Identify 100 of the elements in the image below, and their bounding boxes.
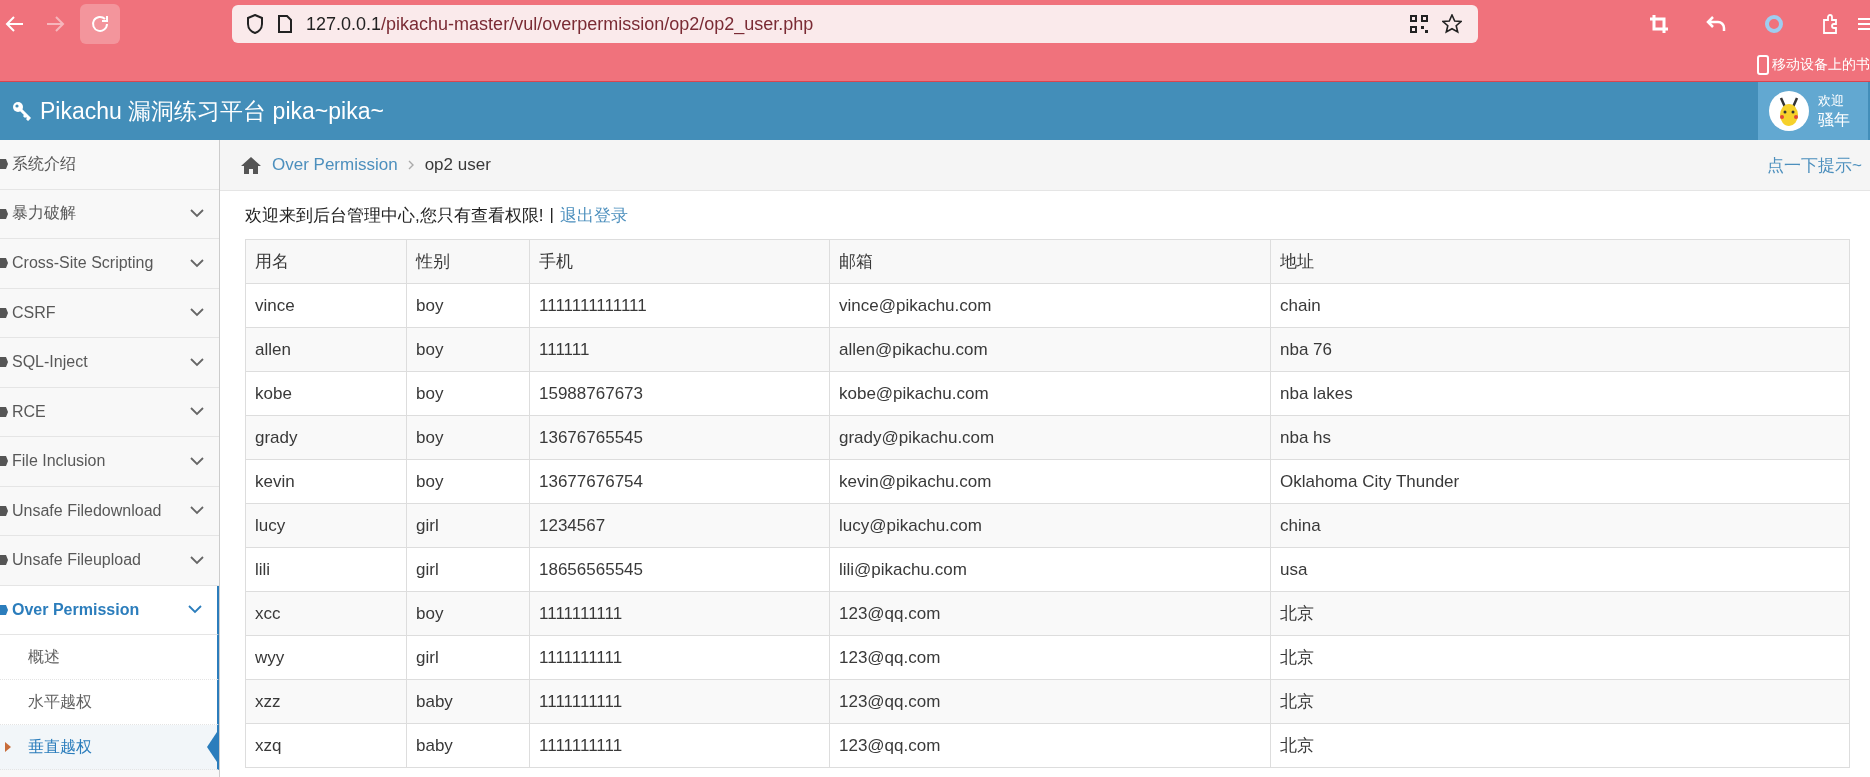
table-cell: xzz <box>245 679 407 724</box>
menu-item-icon <box>0 404 8 419</box>
shield-icon <box>246 14 264 34</box>
undo-icon[interactable] <box>1706 15 1726 33</box>
page-icon <box>278 15 292 33</box>
table-cell: boy <box>406 283 530 328</box>
sidebar-item[interactable]: Unsafe Fileupload <box>0 536 219 586</box>
table-cell: 1111111111 <box>529 591 830 636</box>
chevron-down-icon <box>190 308 204 318</box>
table-cell: 123@qq.com <box>829 723 1271 768</box>
menu-item-icon <box>0 454 8 469</box>
submenu-item[interactable]: 水平越权 <box>0 680 219 725</box>
table-cell: boy <box>406 327 530 372</box>
chevron-down-icon <box>190 209 204 219</box>
table-cell: 123@qq.com <box>829 635 1271 680</box>
sidebar-item[interactable]: 系统介绍 <box>0 140 219 190</box>
table-cell: 北京 <box>1270 723 1850 768</box>
table-cell: lili@pikachu.com <box>829 547 1271 592</box>
logout-link[interactable]: 退出登录 <box>559 203 628 227</box>
sidebar-item[interactable]: File Inclusion <box>0 437 219 487</box>
sidebar-item[interactable]: RCE <box>0 387 219 437</box>
table-cell: boy <box>406 415 530 460</box>
table-cell: kevin@pikachu.com <box>829 459 1271 504</box>
home-icon <box>240 156 262 174</box>
column-header: 性别 <box>406 239 530 284</box>
menu-item-icon <box>0 157 8 172</box>
table-cell: allen <box>245 327 407 372</box>
key-icon <box>12 101 32 121</box>
table-cell: lili <box>245 547 407 592</box>
table-cell: grady <box>245 415 407 460</box>
submenu-item[interactable]: 概述 <box>0 635 219 680</box>
table-cell: 北京 <box>1270 635 1850 680</box>
table-cell: 111111 <box>529 327 830 372</box>
table-cell: chain <box>1270 283 1850 328</box>
table-cell: vince@pikachu.com <box>829 283 1271 328</box>
star-icon[interactable] <box>1442 14 1462 34</box>
crop-icon[interactable] <box>1650 15 1668 33</box>
table-cell: girl <box>406 503 530 548</box>
menu-item-icon <box>0 503 8 518</box>
sidebar-item[interactable]: Over Permission <box>0 585 219 635</box>
table-cell: kobe <box>245 371 407 416</box>
menu-item-icon <box>0 602 8 617</box>
chevron-right-icon <box>407 160 415 170</box>
separator-text: | <box>549 205 554 225</box>
menu-item-icon <box>0 553 8 568</box>
table-cell: nba hs <box>1270 415 1850 460</box>
menu-item-icon <box>0 256 8 271</box>
welcome-text: 欢迎 <box>1818 91 1845 110</box>
table-cell: baby <box>406 723 530 768</box>
sidebar-item[interactable]: Unsafe Filedownload <box>0 486 219 536</box>
table-cell: xzq <box>245 723 407 768</box>
reload-button[interactable] <box>80 4 120 44</box>
table-cell: vince <box>245 283 407 328</box>
breadcrumb-current: op2 user <box>424 155 491 175</box>
table-cell: 1111111111 <box>529 723 830 768</box>
menu-item-icon <box>0 206 8 221</box>
table-cell: grady@pikachu.com <box>829 415 1271 460</box>
table-cell: baby <box>406 679 530 724</box>
submenu-item[interactable]: 垂直越权 <box>0 725 219 770</box>
table-cell: girl <box>406 635 530 680</box>
puzzle-icon[interactable] <box>1822 14 1840 34</box>
table-cell: xcc <box>245 591 407 636</box>
url-text: 127.0.0.1/pikachu-master/vul/overpermission/op2/op2_user.php <box>306 13 814 35</box>
sidebar-item[interactable]: Cross-Site Scripting <box>0 239 219 289</box>
table-cell: 123@qq.com <box>829 679 1271 724</box>
table-cell: Oklahoma City Thunder <box>1270 459 1850 504</box>
table-cell: 1111111111 <box>529 635 830 680</box>
table-cell: 北京 <box>1270 679 1850 724</box>
table-cell: boy <box>406 591 530 636</box>
table-cell: 1111111111 <box>529 679 830 724</box>
table-cell: boy <box>406 371 530 416</box>
table-cell: 123@qq.com <box>829 591 1271 636</box>
table-cell: allen@pikachu.com <box>829 327 1271 372</box>
table-cell: kobe@pikachu.com <box>829 371 1271 416</box>
menu-item-icon <box>0 355 8 370</box>
notice-text: 欢迎来到后台管理中心,您只有查看权限! <box>245 204 544 227</box>
table-cell: kevin <box>245 459 407 504</box>
table-cell: 15988767673 <box>529 371 830 416</box>
address-bar[interactable]: 127.0.0.1/pikachu-master/vul/overpermission/op2/op2_user.php <box>232 5 1478 43</box>
ring-icon[interactable] <box>1764 14 1784 34</box>
table-cell: 13677676754 <box>529 459 830 504</box>
sidebar-item[interactable]: SQL-Inject <box>0 338 219 388</box>
user-name: 骚年 <box>1818 109 1850 130</box>
table-cell: wyy <box>245 635 407 680</box>
chevron-down-icon <box>190 357 204 367</box>
qr-code-icon[interactable] <box>1410 15 1428 33</box>
sidebar-item[interactable]: CSRF <box>0 288 219 338</box>
chevron-down-icon <box>190 407 204 417</box>
chevron-down-icon <box>190 506 204 516</box>
table-cell: usa <box>1270 547 1850 592</box>
table-cell: 1234567 <box>529 503 830 548</box>
table-cell: boy <box>406 459 530 504</box>
menu-icon[interactable] <box>1858 16 1870 32</box>
table-cell: 13676765545 <box>529 415 830 460</box>
table-cell: 北京 <box>1270 591 1850 636</box>
chevron-down-icon <box>190 258 204 268</box>
sidebar-item[interactable]: 暴力破解 <box>0 189 219 239</box>
mascot-drawing <box>1768 90 1810 132</box>
menu-item-icon <box>0 305 8 320</box>
column-header: 用名 <box>245 239 407 284</box>
